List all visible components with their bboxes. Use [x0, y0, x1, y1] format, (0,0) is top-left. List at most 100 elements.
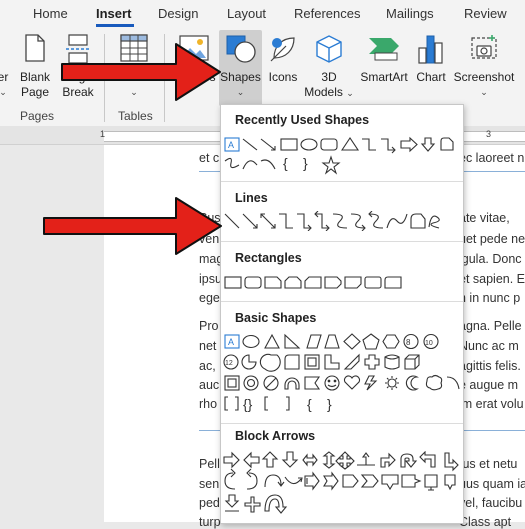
svg-text:{: { [307, 396, 312, 412]
pictures-button[interactable]: Pictures [170, 30, 218, 106]
svg-text:{}: {} [243, 396, 253, 412]
svg-text:}: } [327, 396, 332, 412]
document-text: ipsu [199, 272, 222, 286]
table-label: Table [119, 70, 149, 84]
recent-shapes-row[interactable]: A { } [221, 135, 463, 175]
tab-mailings[interactable]: Mailings [386, 6, 434, 21]
block-arrows-grid[interactable] [221, 451, 463, 523]
group-divider [164, 34, 165, 122]
tab-references[interactable]: References [294, 6, 360, 21]
document-text: auc [199, 378, 220, 392]
icons-button[interactable]: Icons [264, 30, 302, 106]
document-text: ec laoreet n [459, 151, 525, 165]
table-icon [120, 34, 148, 62]
document-text: rho [199, 397, 218, 411]
svg-text:8: 8 [406, 338, 411, 347]
icons-icon [270, 37, 295, 62]
chevron-down-icon: ⌄ [236, 87, 245, 97]
shapes-label: Shapes [220, 70, 261, 84]
tab-layout[interactable]: Layout [227, 6, 266, 21]
svg-text:A: A [228, 337, 234, 347]
document-text: et sapien. E [459, 272, 525, 286]
shapes-icon [226, 35, 256, 63]
chevron-down-icon: ⌄ [0, 87, 7, 97]
document-text: agna. Pelle [459, 319, 522, 333]
smartart-button[interactable]: SmartArt [356, 30, 412, 106]
page-break-icon [66, 34, 90, 64]
cover-page-button[interactable]: er ⌄ [0, 30, 14, 106]
3d-models-icon [316, 35, 342, 63]
lines-shapes-row[interactable] [221, 211, 463, 231]
screenshot-icon [471, 35, 497, 59]
shapes-button[interactable]: Shapes ⌄ [219, 30, 262, 106]
chart-label: Chart [416, 70, 446, 84]
document-text: igula. Donc [459, 252, 522, 266]
screenshot-button[interactable]: Screenshot ⌄ [451, 30, 517, 106]
svg-text:A: A [228, 140, 234, 150]
document-text: e augue m [459, 378, 519, 392]
section-divider [221, 423, 463, 424]
document-text: net [199, 339, 217, 353]
document-text: vel, faucibu [459, 496, 523, 510]
section-divider [221, 301, 463, 302]
blank-page-icon [25, 34, 45, 62]
pictures-icon [179, 35, 209, 61]
chevron-down-icon: ⌄ [480, 87, 488, 97]
document-text: h in nunc p [459, 291, 521, 305]
document-text: ate vitae, [459, 211, 510, 225]
chevron-down-icon: ⌄ [130, 87, 138, 97]
svg-text:12: 12 [225, 360, 233, 367]
section-header-rectangles: Rectangles [235, 251, 302, 265]
document-text: ege [199, 291, 220, 305]
smartart-icon [369, 38, 399, 61]
svg-text:10: 10 [425, 340, 433, 347]
3d-models-label: 3D Models ⌄ [304, 70, 354, 99]
shapes-gallery-dropdown: Recently Used Shapes A { } Lines Rectang… [220, 104, 464, 524]
document-text: Sus [199, 211, 221, 225]
blank-page-button[interactable]: Blank Page [16, 30, 54, 106]
document-text: turp [199, 515, 221, 529]
document-text: im erat volu [459, 397, 524, 411]
group-label-pages: Pages [20, 109, 55, 123]
ribbon-tab-bar: Home Insert Design Layout References Mai… [0, 0, 525, 28]
table-button[interactable]: Table ⌄ [112, 30, 156, 106]
chevron-down-icon: ⌄ [346, 88, 354, 98]
section-divider [221, 241, 463, 242]
group-label-tables: Tables [118, 109, 153, 123]
cover-page-label: er [0, 70, 9, 84]
blank-page-label: Blank Page [19, 70, 51, 99]
ruler-mark: 1 [100, 129, 106, 139]
document-text: sen [199, 477, 220, 491]
document-text: ac, [199, 359, 216, 373]
screenshot-label: Screenshot [453, 70, 515, 84]
chart-icon [418, 35, 443, 64]
page-break-button[interactable]: Page Break [58, 30, 98, 106]
tab-design[interactable]: Design [158, 6, 198, 21]
rectangles-shapes-row[interactable] [221, 273, 463, 293]
document-text: uet pede ne [459, 232, 525, 246]
tab-home[interactable]: Home [33, 6, 68, 21]
document-text: Pell [199, 457, 220, 471]
document-text: tus et netu [459, 457, 518, 471]
svg-text:{: { [283, 155, 288, 171]
3d-models-button[interactable]: 3D Models ⌄ [304, 30, 354, 106]
document-text: Nunc ac m [459, 339, 519, 353]
section-header-lines: Lines [235, 191, 268, 205]
chart-button[interactable]: Chart [413, 30, 449, 106]
document-text: Pro [199, 319, 219, 333]
tab-review[interactable]: Review [464, 6, 507, 21]
section-header-recently-used: Recently Used Shapes [235, 113, 370, 127]
document-text: agittis felis. [459, 359, 521, 373]
pictures-label: Pictures [172, 70, 216, 84]
section-header-block-arrows: Block Arrows [235, 429, 316, 443]
document-text: et c [199, 151, 220, 165]
document-text: ped [199, 496, 220, 510]
basic-shapes-grid[interactable]: A 8 10 12 {} {} [221, 333, 463, 413]
section-divider [221, 181, 463, 182]
ruler-mark: 3 [486, 129, 492, 139]
icons-label: Icons [268, 70, 298, 84]
tab-insert[interactable]: Insert [96, 6, 131, 21]
active-tab-indicator [96, 24, 134, 27]
smartart-label: SmartArt [360, 70, 408, 84]
document-text: Class apt [459, 515, 512, 529]
